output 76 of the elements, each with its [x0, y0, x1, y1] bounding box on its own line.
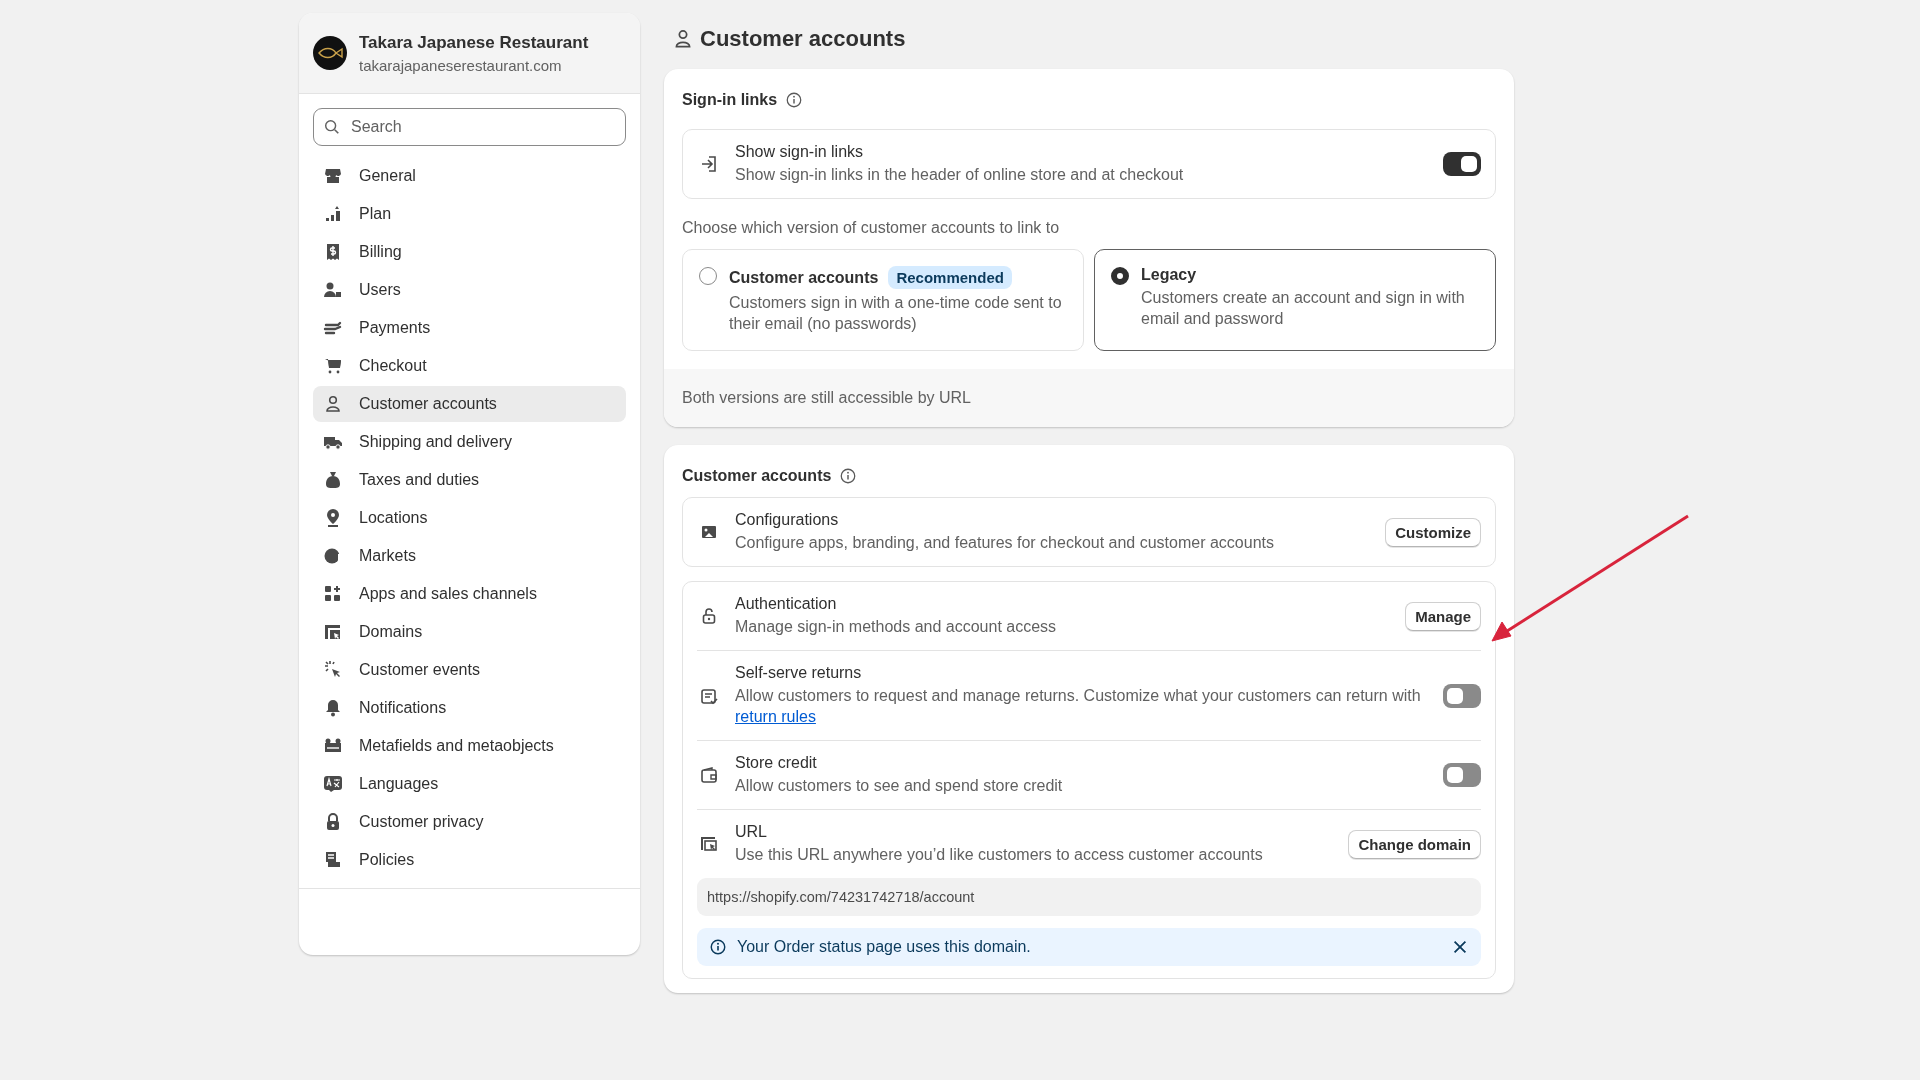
- chart-icon: [323, 204, 343, 224]
- toggle-switch[interactable]: [1443, 763, 1481, 787]
- setting-title: Show sign-in links: [735, 143, 865, 161]
- toggle-switch[interactable]: [1443, 152, 1481, 176]
- store-name: Takara Japanese Restaurant: [359, 32, 589, 53]
- page-title: Customer accounts: [700, 26, 906, 52]
- option-description: Customers sign in with a one-time code sent to their email (no passwords): [729, 293, 1063, 334]
- sidebar-item[interactable]: Notifications: [313, 690, 626, 726]
- setting-title: URL: [735, 823, 768, 841]
- setting-description: Manage sign-in methods and account access: [735, 617, 1058, 637]
- setting-description: Allow customers to see and spend store credit: [735, 776, 1064, 796]
- setting-title: Self-serve returns: [735, 664, 863, 682]
- sidebar-item[interactable]: Taxes and duties: [313, 462, 626, 498]
- sidebar-item[interactable]: Policies: [313, 842, 626, 878]
- action-button[interactable]: Manage: [1405, 601, 1481, 631]
- setting-title: Configurations: [735, 511, 840, 529]
- sidebar-item[interactable]: Apps and sales channels: [313, 576, 626, 612]
- footer-note: Both versions are still accessible by URL: [664, 369, 1514, 427]
- close-icon: [1451, 938, 1469, 956]
- option-card[interactable]: Customer accounts Recommended Customers sign in with a one-time code sent to their email (no passwords): [682, 249, 1084, 351]
- close-button[interactable]: [1451, 938, 1469, 956]
- setting-title: Store credit: [735, 754, 818, 772]
- translate-icon: [323, 774, 343, 794]
- option-title: Legacy: [1141, 266, 1197, 284]
- store-icon: [323, 166, 343, 186]
- wallet-icon: [699, 765, 719, 785]
- option-title: Customer accounts: [729, 268, 879, 287]
- cursor-click-icon: [323, 660, 343, 680]
- url-field[interactable]: https://shopify.com/74231742718/account: [697, 878, 1481, 916]
- fish-logo-icon: [313, 36, 347, 70]
- sidebar-item[interactable]: Payments: [313, 310, 626, 346]
- setting-description: Allow customers to request and manage returns. Customize what your customers can return with return rules: [735, 686, 1422, 727]
- toggle-switch[interactable]: [1443, 683, 1481, 708]
- sidebar-item[interactable]: Shipping and delivery: [313, 424, 626, 460]
- option-card[interactable]: Legacy Customers create an account and sign in with email and password: [1094, 249, 1496, 351]
- sign-in-arrow-icon: [699, 154, 719, 174]
- return-rules-link[interactable]: return rules: [735, 708, 816, 725]
- sidebar-item[interactable]: Customer accounts: [313, 386, 626, 422]
- info-icon: [785, 91, 804, 109]
- action-button[interactable]: Customize: [1385, 517, 1481, 547]
- sidebar-item[interactable]: General: [313, 158, 626, 194]
- sidebar-item[interactable]: Domains: [313, 614, 626, 650]
- section-heading: Customer accounts: [682, 467, 832, 485]
- sidebar-item[interactable]: Customer privacy: [313, 804, 626, 840]
- option-description: Customers create an account and sign in with email and password: [1141, 288, 1466, 329]
- sidebar-item[interactable]: Checkout: [313, 348, 626, 384]
- sidebar-item[interactable]: Billing: [313, 234, 626, 270]
- money-bag-icon: [323, 470, 343, 490]
- sidebar-item[interactable]: Locations: [313, 500, 626, 536]
- setting-description: Configure apps, branding, and features for checkout and customer accounts: [735, 533, 1275, 553]
- setting-title: Authentication: [735, 595, 838, 613]
- sidebar-item[interactable]: Languages: [313, 766, 626, 802]
- setting-description: Show sign-in links in the header of online store and at checkout: [735, 165, 1185, 185]
- setting-description: Use this URL anywhere you’d like customers to access customer accounts: [735, 845, 1264, 865]
- sidebar-item[interactable]: Plan: [313, 196, 626, 232]
- info-icon: [839, 467, 858, 485]
- app-grid-icon: [323, 584, 343, 604]
- action-button[interactable]: Change domain: [1348, 829, 1481, 859]
- sidebar-item[interactable]: Users: [313, 272, 626, 308]
- banner-text: Your Order status page uses this domain.: [737, 938, 1032, 956]
- prompt-text: Choose which version of customer accounts to link to: [682, 219, 1061, 237]
- recommended-badge: Recommended: [888, 266, 1012, 289]
- window-cursor-icon: [323, 622, 343, 642]
- store-domain: takarajapaneserestaurant.com: [359, 56, 563, 74]
- info-icon: [709, 938, 727, 956]
- search-field[interactable]: Search: [313, 108, 626, 146]
- sidebar-item[interactable]: Markets: [313, 538, 626, 574]
- sidebar-item[interactable]: Metafields and metaobjects: [313, 728, 626, 764]
- section-heading: Sign-in links: [682, 91, 778, 109]
- sidebar-item[interactable]: Customer events: [313, 652, 626, 688]
- person-icon: [323, 394, 343, 414]
- users-icon: [323, 280, 343, 300]
- radio-button[interactable]: [1111, 267, 1129, 285]
- window-cursor-icon: [699, 834, 719, 854]
- cart-icon: [323, 356, 343, 376]
- document-icon: [323, 850, 343, 870]
